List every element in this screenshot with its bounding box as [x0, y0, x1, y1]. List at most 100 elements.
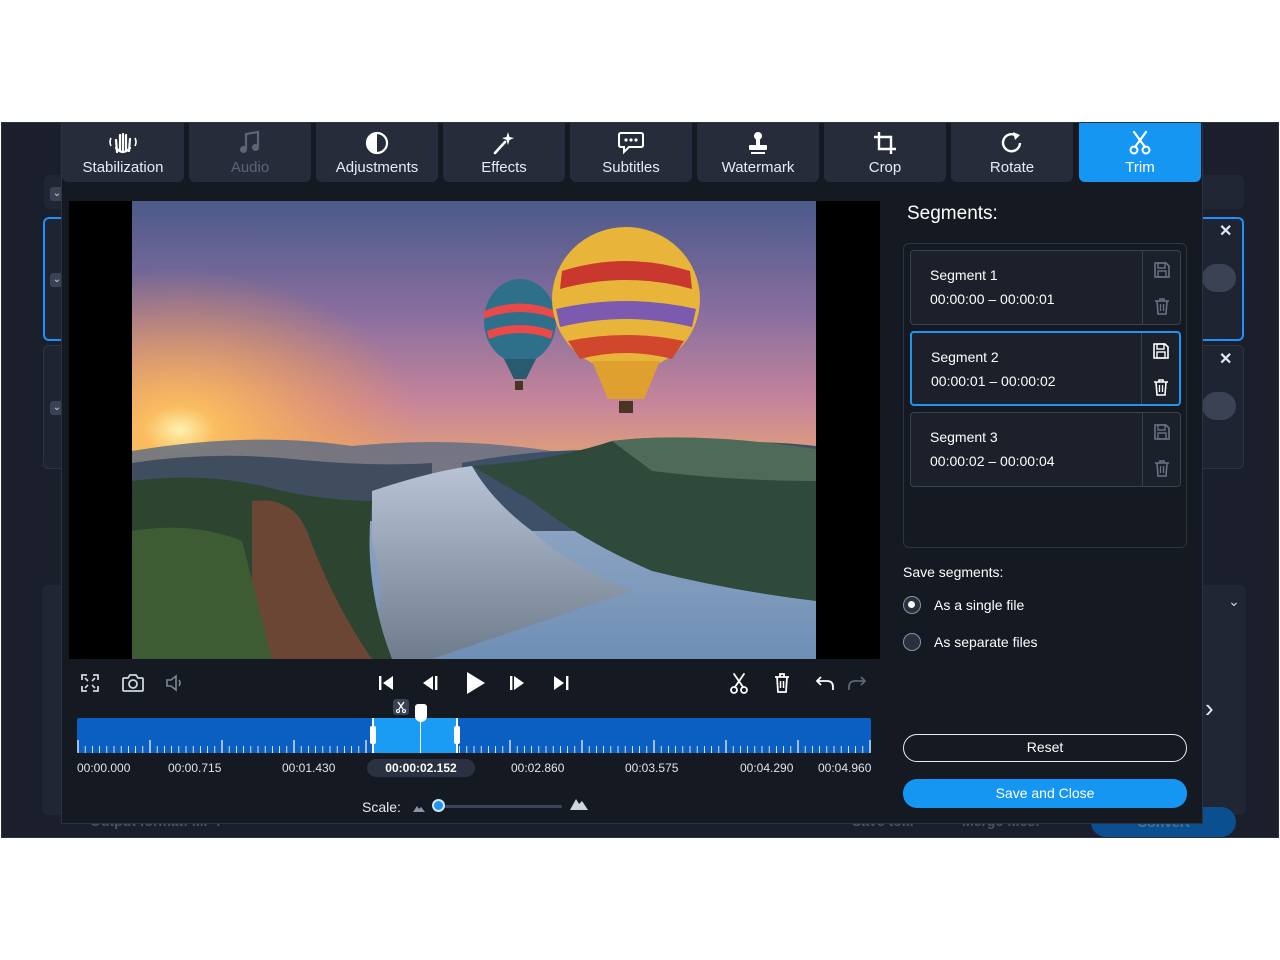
- scissors-icon: [395, 701, 407, 713]
- option-single-file[interactable]: As a single file: [903, 594, 1024, 616]
- radio-button[interactable]: [903, 633, 921, 651]
- tab-label: Subtitles: [602, 159, 660, 176]
- tab-label: Stabilization: [82, 159, 164, 176]
- speech-bubble-icon: [570, 128, 692, 158]
- background-pill: [1202, 392, 1236, 420]
- tab-trim[interactable]: Trim: [1079, 123, 1201, 182]
- play-icon: [467, 672, 485, 694]
- segment-actions: [1142, 251, 1180, 324]
- delete-segment-button[interactable]: [1143, 288, 1181, 324]
- tab-subtitles[interactable]: Subtitles: [570, 123, 692, 182]
- segment-start-handle[interactable]: [370, 726, 376, 744]
- save-segment-button[interactable]: [1142, 333, 1180, 369]
- background-pill: [1202, 264, 1236, 292]
- scale-slider-track[interactable]: [438, 805, 562, 808]
- volume-button[interactable]: [161, 669, 189, 697]
- undo-button[interactable]: [811, 669, 839, 697]
- tab-stabilization[interactable]: Stabilization: [62, 123, 184, 182]
- timeline-ticks: [77, 740, 871, 753]
- trash-icon: [1155, 298, 1169, 315]
- save-segment-button[interactable]: [1143, 414, 1181, 450]
- segment-range: 00:00:01 – 00:00:02: [931, 373, 1056, 389]
- floppy-disk-icon: [1153, 343, 1169, 359]
- zoom-in-icon[interactable]: [569, 795, 589, 816]
- tab-label: Rotate: [989, 159, 1035, 176]
- scissors-icon: [730, 673, 748, 694]
- rotate-icon: [951, 128, 1073, 158]
- delete-segment-button[interactable]: [1142, 369, 1180, 405]
- tab-label: Trim: [1125, 159, 1155, 176]
- scale-slider-knob[interactable]: [432, 799, 445, 812]
- segment-item[interactable]: Segment 1 00:00:00 – 00:00:01: [910, 250, 1181, 325]
- tab-label: Audio: [230, 159, 270, 176]
- scale-label: Scale:: [362, 799, 401, 815]
- segment-actions: [1141, 333, 1179, 404]
- next-frame-button[interactable]: [503, 669, 531, 697]
- redo-icon: [848, 676, 867, 690]
- video-preview: [69, 201, 880, 659]
- contrast-icon: [316, 128, 438, 158]
- selected-segment-range[interactable]: [370, 718, 460, 753]
- segments-title: Segments:: [907, 203, 998, 224]
- timeline-label: 00:03.575: [625, 761, 679, 775]
- snapshot-button[interactable]: [119, 669, 147, 697]
- video-frame-image: [132, 201, 816, 659]
- timeline-label: 00:04.290: [740, 761, 794, 775]
- split-button[interactable]: [725, 669, 753, 697]
- crop-icon: [824, 128, 946, 158]
- segments-list: Segment 1 00:00:00 – 00:00:01 Segment 2 …: [903, 243, 1187, 548]
- fullscreen-icon: [81, 674, 99, 692]
- segment-range: 00:00:00 – 00:00:01: [930, 291, 1055, 307]
- save-segments-label: Save segments:: [903, 564, 1004, 580]
- segment-name: Segment 2: [931, 349, 999, 365]
- delete-segment-button[interactable]: [768, 669, 796, 697]
- reset-button[interactable]: Reset: [903, 734, 1187, 762]
- tab-watermark[interactable]: Watermark: [697, 123, 819, 182]
- tab-rotate[interactable]: Rotate: [951, 123, 1073, 182]
- hand-icon: [62, 128, 184, 158]
- undo-icon: [815, 676, 834, 690]
- tab-audio[interactable]: Audio: [189, 123, 311, 182]
- close-icon[interactable]: ✕: [1219, 349, 1232, 369]
- video-editor-dialog: Stabilization Audio Adjustments Effects: [61, 122, 1203, 824]
- play-button[interactable]: [459, 667, 491, 699]
- go-to-end-button[interactable]: [547, 669, 575, 697]
- trash-icon: [775, 673, 789, 693]
- previous-frame-button[interactable]: [416, 669, 444, 697]
- timeline-track[interactable]: [77, 718, 871, 753]
- go-to-start-button[interactable]: [372, 669, 400, 697]
- save-segment-button[interactable]: [1143, 252, 1181, 288]
- timeline-label: 00:00.715: [168, 761, 222, 775]
- playhead-line: [420, 718, 421, 753]
- segment-item[interactable]: Segment 3 00:00:02 – 00:00:04: [910, 412, 1181, 487]
- fullscreen-button[interactable]: [76, 669, 104, 697]
- delete-segment-button[interactable]: [1143, 450, 1181, 486]
- step-back-icon: [423, 676, 438, 690]
- timeline-label: 00:01.430: [282, 761, 336, 775]
- split-marker[interactable]: [393, 699, 409, 715]
- tab-label: Watermark: [721, 159, 795, 176]
- timeline-label: 00:00.000: [77, 761, 131, 775]
- camera-icon: [122, 674, 144, 692]
- music-note-icon: [189, 128, 311, 158]
- save-and-close-button[interactable]: Save and Close: [903, 779, 1187, 808]
- close-icon[interactable]: ✕: [1219, 221, 1232, 241]
- tab-label: Crop: [868, 159, 902, 176]
- chevron-right-icon[interactable]: ›: [1205, 693, 1214, 724]
- segment-end-handle[interactable]: [454, 726, 460, 744]
- trash-icon: [1155, 460, 1169, 477]
- tab-crop[interactable]: Crop: [824, 123, 946, 182]
- segment-range: 00:00:02 – 00:00:04: [930, 453, 1055, 469]
- zoom-out-icon[interactable]: [412, 800, 426, 818]
- floppy-disk-icon: [1154, 424, 1170, 440]
- playhead-handle[interactable]: [415, 704, 427, 722]
- option-separate-files[interactable]: As separate files: [903, 631, 1038, 653]
- radio-button-selected[interactable]: [903, 596, 921, 614]
- timeline-label: 00:04.960: [818, 761, 872, 775]
- tab-adjustments[interactable]: Adjustments: [316, 123, 438, 182]
- scissors-icon: [1079, 128, 1201, 158]
- segment-item-active[interactable]: Segment 2 00:00:01 – 00:00:02: [910, 331, 1181, 406]
- tab-effects[interactable]: Effects: [443, 123, 565, 182]
- tab-label: Adjustments: [335, 159, 419, 176]
- redo-button[interactable]: [843, 669, 871, 697]
